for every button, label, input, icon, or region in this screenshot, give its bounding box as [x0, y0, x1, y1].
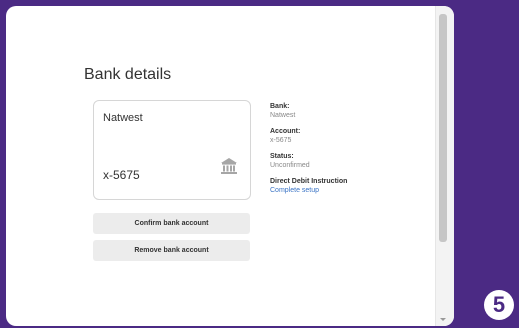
status-label: Status:	[270, 153, 294, 160]
page-title: Bank details	[84, 66, 172, 83]
bank-value: Natwest	[270, 112, 296, 119]
bank-details-panel: Bank: Natwest Account: x-5675 Status: Un…	[270, 102, 347, 195]
account-value: x-5675	[270, 137, 292, 144]
app-window: Bank details Natwest x-5675 Confirm bank…	[6, 6, 454, 326]
scrollbar-thumb[interactable]	[439, 14, 447, 242]
account-label: Account:	[270, 128, 301, 135]
bank-building-icon	[221, 158, 237, 174]
scroll-down-arrow-icon[interactable]	[440, 318, 446, 321]
step-number-badge: 5	[484, 290, 514, 320]
card-bank-name: Natwest	[103, 112, 143, 124]
bank-account-card: Natwest x-5675	[93, 100, 251, 200]
status-value: Unconfirmed	[270, 162, 310, 169]
remove-bank-account-button[interactable]: Remove bank account	[93, 240, 250, 261]
complete-setup-link[interactable]: Complete setup	[270, 186, 347, 195]
direct-debit-label: Direct Debit Instruction	[270, 178, 348, 185]
card-account-number: x-5675	[103, 168, 140, 182]
confirm-bank-account-button[interactable]: Confirm bank account	[93, 213, 250, 234]
bank-label: Bank:	[270, 103, 290, 110]
